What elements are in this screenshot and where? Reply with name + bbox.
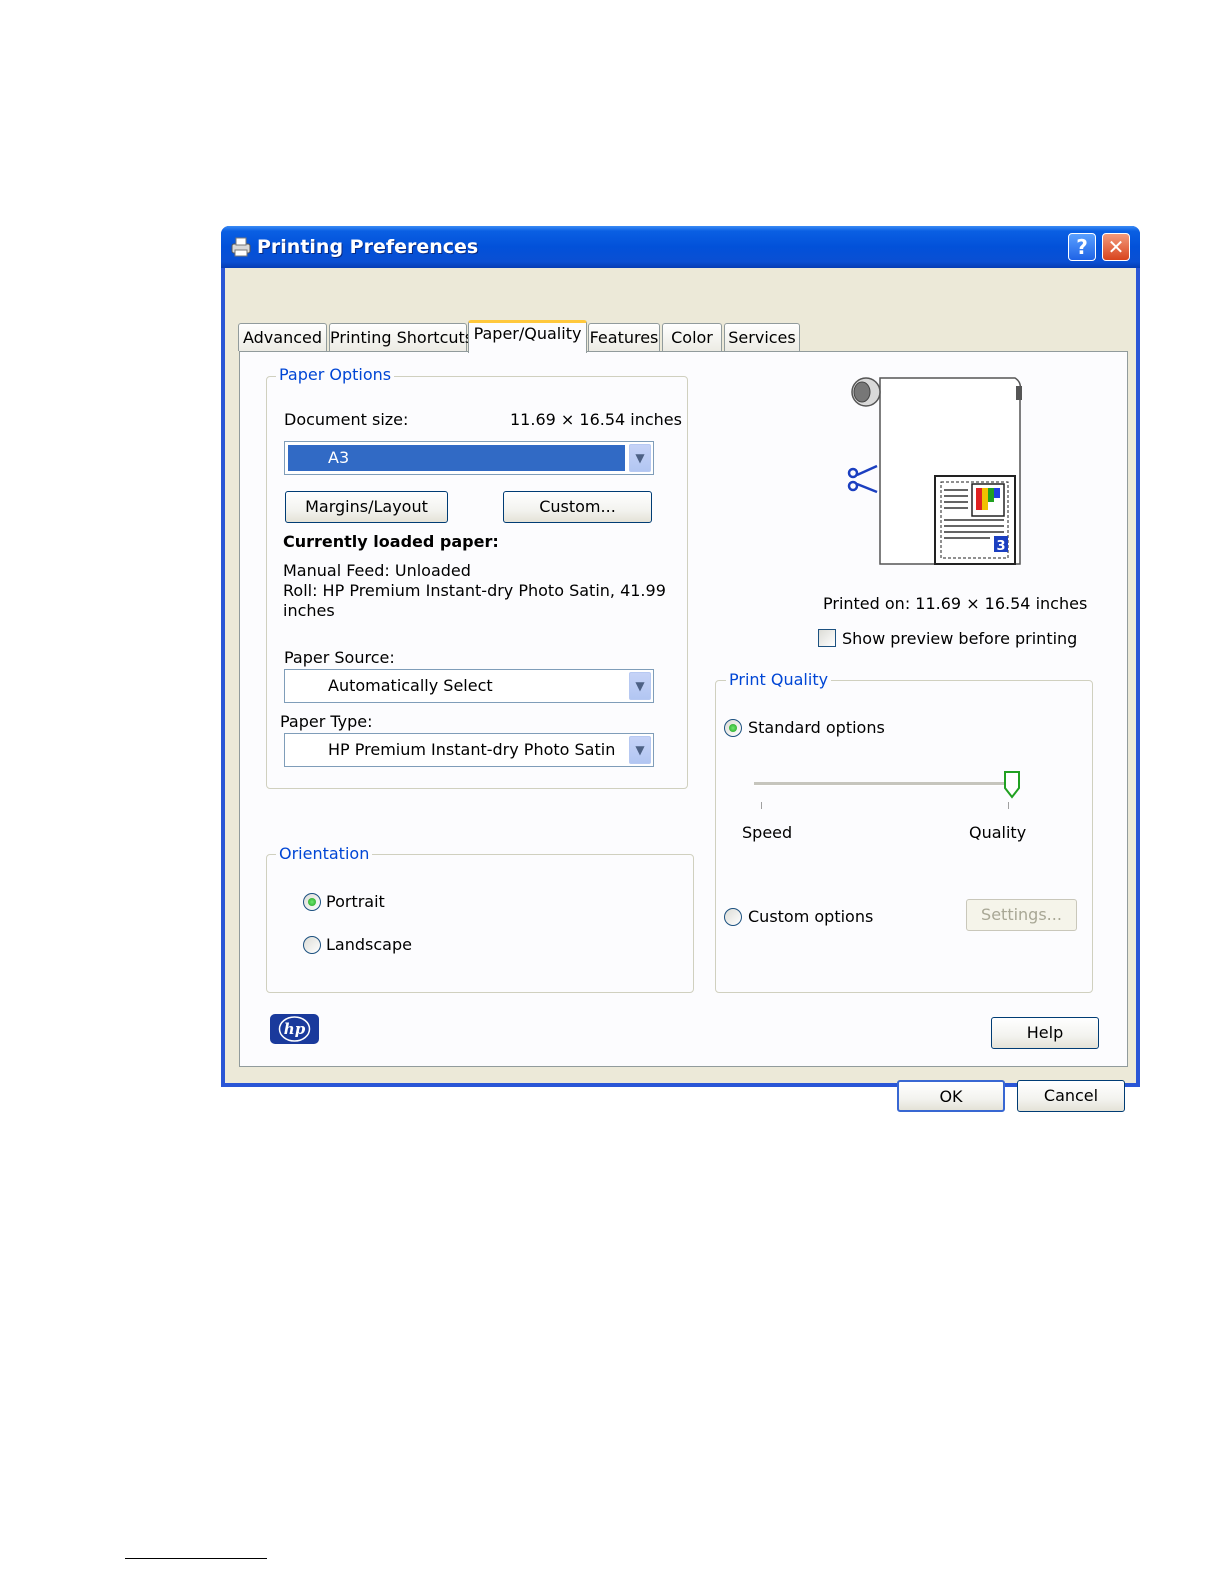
footnote-rule [125,1558,267,1559]
custom-size-button[interactable]: Custom... [503,491,652,523]
help-button[interactable]: Help [991,1017,1099,1049]
speed-label: Speed [742,823,793,842]
quality-slider-track[interactable] [754,782,1012,786]
print-preview-illustration: 3 [847,377,1022,565]
settings-button[interactable]: Settings... [966,899,1077,931]
tab-label: Advanced [242,328,323,347]
paper-type-value: HP Premium Instant-dry Photo Satin [328,740,616,759]
loaded-paper-line: inches [283,601,335,620]
window-title: Printing Preferences [257,236,479,258]
orientation-label: Orientation [276,844,373,863]
margins-layout-button[interactable]: Margins/Layout [285,491,448,523]
paper-source-value: Automatically Select [328,676,493,695]
show-preview-checkbox[interactable] [818,629,836,647]
portrait-label[interactable]: Portrait [326,892,385,911]
tab-features[interactable]: Features [588,323,660,351]
tab-paper-quality[interactable]: Paper/Quality [468,320,587,353]
slider-tick [761,802,762,809]
hp-logo-text: hp [284,1020,306,1038]
dialog-client-area: Advanced Printing Shortcuts Paper/Qualit… [225,268,1136,1112]
standard-options-radio[interactable] [724,719,742,737]
ok-button[interactable]: OK [897,1080,1005,1112]
tab-label: Paper/Quality [473,324,582,343]
landscape-radio[interactable] [303,936,321,954]
show-preview-label[interactable]: Show preview before printing [842,629,1077,648]
tab-color[interactable]: Color [662,323,722,351]
quality-slider-thumb[interactable] [1003,770,1021,800]
tab-label: Color [671,328,713,347]
chevron-down-icon[interactable]: ▼ [629,672,651,700]
paper-source-label: Paper Source: [284,648,395,667]
custom-options-label[interactable]: Custom options [748,907,873,926]
question-icon: ? [1076,235,1088,259]
printed-on-text: Printed on: 11.69 × 16.54 inches [823,594,1088,613]
hp-logo-mark: hp [278,1016,311,1042]
document-size-label: Document size: [284,410,409,429]
title-bar[interactable]: Printing Preferences ? ✕ [221,226,1140,268]
quality-label: Quality [969,823,1027,842]
tab-printing-shortcuts[interactable]: Printing Shortcuts [329,323,473,351]
paper-type-label: Paper Type: [280,712,373,731]
document-size-value: 11.69 × 16.54 inches [510,410,682,429]
slider-tick [1008,802,1009,809]
chevron-down-icon[interactable]: ▼ [629,736,651,764]
print-quality-label: Print Quality [726,670,832,689]
standard-options-label[interactable]: Standard options [748,718,885,737]
paper-type-combo[interactable]: HP Premium Instant-dry Photo Satin ▼ [284,733,654,767]
document-size-selected: A3 [288,445,625,471]
chevron-down-icon[interactable]: ▼ [629,444,651,472]
loaded-paper-line: Roll: HP Premium Instant-dry Photo Satin… [283,581,666,600]
tab-label: Printing Shortcuts [330,328,474,347]
hp-logo: hp [270,1014,319,1044]
tab-label: Services [728,328,796,347]
scissors-icon [847,464,878,494]
document-size-combo[interactable]: A3 ▼ [284,441,654,475]
cancel-button[interactable]: Cancel [1017,1080,1125,1112]
orientation-group [266,854,694,993]
landscape-label[interactable]: Landscape [326,935,412,954]
title-close-button[interactable]: ✕ [1102,233,1130,261]
loaded-paper-line: Manual Feed: Unloaded [283,561,471,580]
tab-label: Features [589,328,659,347]
custom-options-radio[interactable] [724,908,742,926]
printing-preferences-window: Printing Preferences ? ✕ Advanced Printi… [221,226,1140,1112]
close-icon: ✕ [1107,235,1125,259]
paper-source-combo[interactable]: Automatically Select ▼ [284,669,654,703]
svg-text:3: 3 [996,539,1005,554]
tab-advanced[interactable]: Advanced [238,323,327,351]
portrait-radio[interactable] [303,893,321,911]
paper-quality-panel: Paper Options Document size: 11.69 × 16.… [239,351,1128,1067]
tab-services[interactable]: Services [724,323,800,351]
printer-icon [231,237,251,257]
title-help-button[interactable]: ? [1068,233,1096,261]
paper-options-label: Paper Options [276,365,395,384]
loaded-paper-heading: Currently loaded paper: [283,532,499,551]
